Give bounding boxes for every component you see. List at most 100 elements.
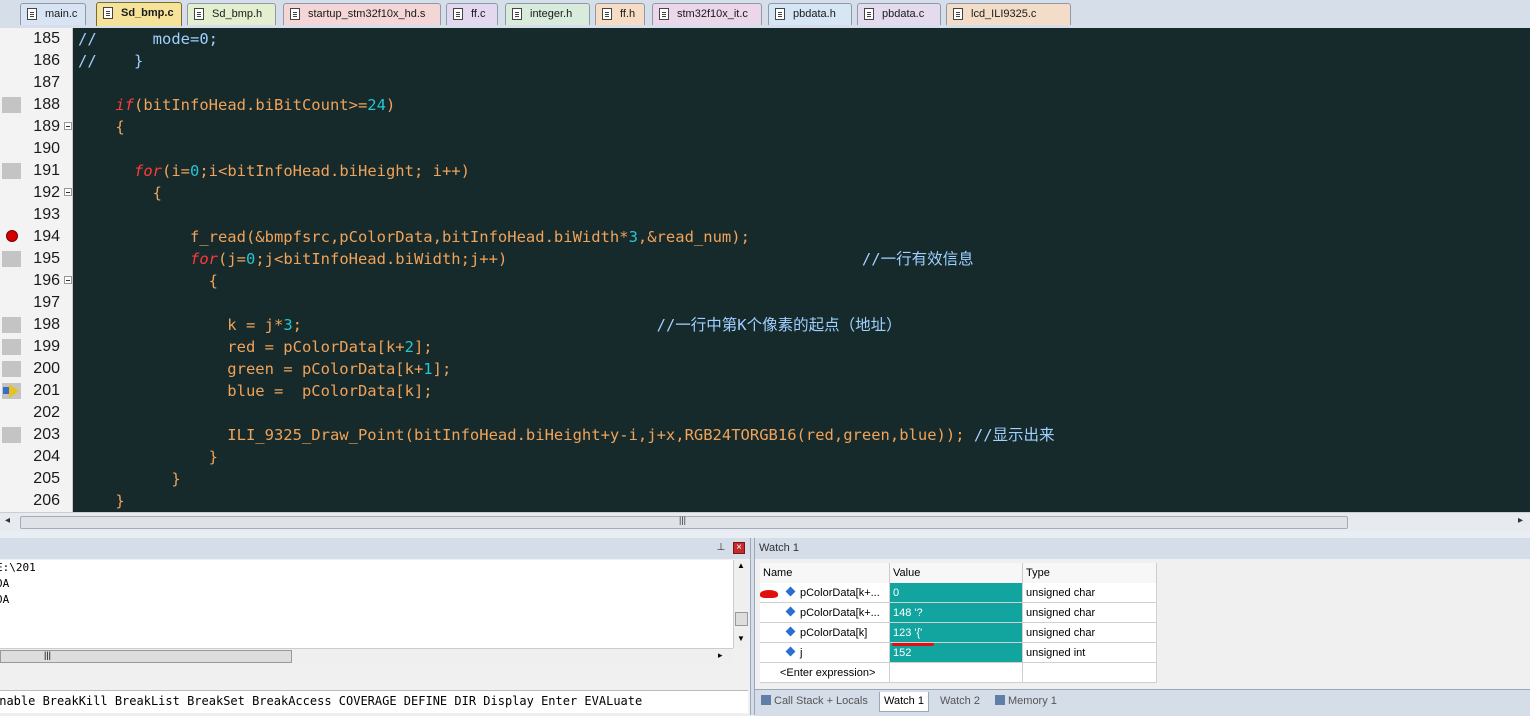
pin-icon[interactable]: ⊥: [716, 542, 726, 554]
tab-watch-1[interactable]: Watch 1: [879, 692, 929, 712]
code-line[interactable]: 205 }: [0, 468, 1530, 490]
watch-window: Watch 1 Name Value Type pColorData[k+...…: [754, 538, 1530, 716]
scroll-left-icon[interactable]: ◂: [5, 515, 10, 526]
code-line[interactable]: 203 ILI_9325_Draw_Point(bitInfoHead.biHe…: [0, 424, 1530, 446]
breakpoint-margin[interactable]: [2, 75, 21, 91]
close-icon[interactable]: ×: [733, 542, 745, 554]
code-line[interactable]: 206 }: [0, 490, 1530, 512]
breakpoint-margin[interactable]: [2, 185, 21, 201]
code-line[interactable]: 192 {: [0, 182, 1530, 204]
code-line[interactable]: 202: [0, 402, 1530, 424]
code-coverage-marker[interactable]: [2, 163, 21, 179]
watch-row[interactable]: pColorData[k+... 148 '? unsigned char: [760, 603, 1158, 623]
breakpoint-margin[interactable]: [2, 405, 21, 421]
tab-pbdata-c[interactable]: pbdata.c: [857, 3, 941, 25]
code-line[interactable]: 194 f_read(&bmpfsrc,pColorData,bitInfoHe…: [0, 226, 1530, 248]
watch-row[interactable]: pColorData[k+... 0 unsigned char: [760, 583, 1158, 603]
scroll-up-icon[interactable]: ▲: [737, 561, 745, 570]
editor-horizontal-scrollbar[interactable]: ◂ ||| ▸: [0, 512, 1530, 531]
scrollbar-thumb[interactable]: [735, 612, 748, 626]
tab-ff-c[interactable]: ff.c: [446, 3, 498, 25]
breakpoint-margin[interactable]: [2, 141, 21, 157]
command-input[interactable]: Enable BreakKill BreakList BreakSet Brea…: [0, 690, 748, 713]
code-line[interactable]: 190: [0, 138, 1530, 160]
watch-value-cell[interactable]: 148 '?: [890, 603, 1023, 623]
tab-startup-s[interactable]: startup_stm32f10x_hd.s: [283, 3, 441, 25]
column-header-name[interactable]: Name: [760, 563, 890, 583]
code-line[interactable]: 201 blue = pColorData[k];: [0, 380, 1530, 402]
output-horizontal-scrollbar[interactable]: ||| ▸: [0, 648, 733, 665]
breakpoint-margin[interactable]: [2, 53, 21, 69]
output-vertical-scrollbar[interactable]: ▲ ▼: [733, 560, 750, 648]
breakpoint-margin[interactable]: [2, 207, 21, 223]
code-coverage-marker[interactable]: [2, 317, 21, 333]
current-line-arrow-icon[interactable]: [2, 383, 21, 399]
code-text: k = j*3; //一行中第K个像素的起点（地址）: [78, 316, 902, 334]
watch-row[interactable]: pColorData[k] 123 '{' unsigned char: [760, 623, 1158, 643]
code-line[interactable]: 200 green = pColorData[k+1];: [0, 358, 1530, 380]
code-line[interactable]: 197: [0, 292, 1530, 314]
tab-sd-bmp-h[interactable]: Sd_bmp.h: [187, 3, 276, 25]
code-line[interactable]: 193: [0, 204, 1530, 226]
output-line: 0A: [0, 593, 10, 606]
red-annotation-underline: [892, 643, 934, 646]
tab-sd-bmp-c[interactable]: Sd_bmp.c: [96, 2, 182, 26]
tab-main-c[interactable]: main.c: [20, 3, 86, 25]
fold-toggle-icon[interactable]: [64, 188, 72, 196]
breakpoint-margin[interactable]: [2, 273, 21, 289]
column-header-type[interactable]: Type: [1023, 563, 1157, 583]
enter-expression-input[interactable]: <Enter expression>: [760, 663, 890, 683]
code-line[interactable]: 204 }: [0, 446, 1530, 468]
tab-ff-h[interactable]: ff.h: [595, 3, 645, 25]
column-header-value[interactable]: Value: [890, 563, 1023, 583]
tab-call-stack-locals[interactable]: Call Stack + Locals: [761, 692, 868, 711]
code-editor[interactable]: 185 // mode=0; 186 // } 187 188 if(bitInfoHea…: [0, 28, 1530, 512]
enter-expression-row[interactable]: <Enter expression>: [760, 663, 1158, 683]
code-line[interactable]: 195 for(j=0;j<bitInfoHead.biWidth;j++) /…: [0, 248, 1530, 270]
tab-lcd-ili9325-c[interactable]: lcd_ILI9325.c: [946, 3, 1071, 25]
tab-stm32f10x-it-c[interactable]: stm32f10x_it.c: [652, 3, 762, 25]
code-coverage-marker[interactable]: [2, 361, 21, 377]
code-line[interactable]: 188 if(bitInfoHead.biBitCount>=24): [0, 94, 1530, 116]
code-line[interactable]: 187: [0, 72, 1530, 94]
file-icon: [290, 8, 300, 20]
scroll-right-icon[interactable]: ▸: [1518, 515, 1523, 526]
command-output[interactable]: E:\201 0A 0A: [0, 560, 733, 648]
breakpoint-margin[interactable]: [2, 295, 21, 311]
code-line[interactable]: 191 for(i=0;i<bitInfoHead.biHeight; i++): [0, 160, 1530, 182]
code-coverage-marker[interactable]: [2, 97, 21, 113]
scroll-right-icon[interactable]: ▸: [718, 650, 723, 661]
line-number: 205: [33, 470, 60, 487]
code-line[interactable]: 185 // mode=0;: [0, 28, 1530, 50]
tab-watch-2[interactable]: Watch 2: [940, 692, 980, 711]
code-line[interactable]: 199 red = pColorData[k+2];: [0, 336, 1530, 358]
watch-value-cell[interactable]: 0: [890, 583, 1023, 603]
red-annotation-mark: [760, 590, 778, 598]
breakpoint-margin[interactable]: [2, 493, 21, 509]
tab-integer-h[interactable]: integer.h: [505, 3, 590, 25]
breakpoint-icon[interactable]: [2, 229, 21, 245]
code-text: // mode=0;: [78, 30, 218, 48]
fold-toggle-icon[interactable]: [64, 276, 72, 284]
code-coverage-marker[interactable]: [2, 251, 21, 267]
breakpoint-margin[interactable]: [2, 471, 21, 487]
line-number: 202: [33, 404, 60, 421]
fold-toggle-icon[interactable]: [64, 122, 72, 130]
code-coverage-marker[interactable]: [2, 427, 21, 443]
watch-row[interactable]: j 152 unsigned int: [760, 643, 1158, 663]
watch-name-cell: pColorData[k+...: [760, 603, 890, 623]
code-line[interactable]: 186 // }: [0, 50, 1530, 72]
code-coverage-marker[interactable]: [2, 339, 21, 355]
debug-window-tabs: Call Stack + Locals Watch 1 Watch 2 Memo…: [755, 689, 1530, 716]
scroll-down-icon[interactable]: ▼: [737, 634, 745, 643]
watch-value-cell[interactable]: 152: [890, 643, 1023, 663]
tab-pbdata-h[interactable]: pbdata.h: [768, 3, 852, 25]
breakpoint-margin[interactable]: [2, 119, 21, 135]
code-line[interactable]: 196 {: [0, 270, 1530, 292]
breakpoint-margin[interactable]: [2, 449, 21, 465]
breakpoint-margin[interactable]: [2, 31, 21, 47]
code-line[interactable]: 198 k = j*3; //一行中第K个像素的起点（地址）: [0, 314, 1530, 336]
code-line[interactable]: 189 {: [0, 116, 1530, 138]
tab-memory-1[interactable]: Memory 1: [995, 692, 1057, 711]
watch-value-cell[interactable]: 123 '{': [890, 623, 1023, 643]
